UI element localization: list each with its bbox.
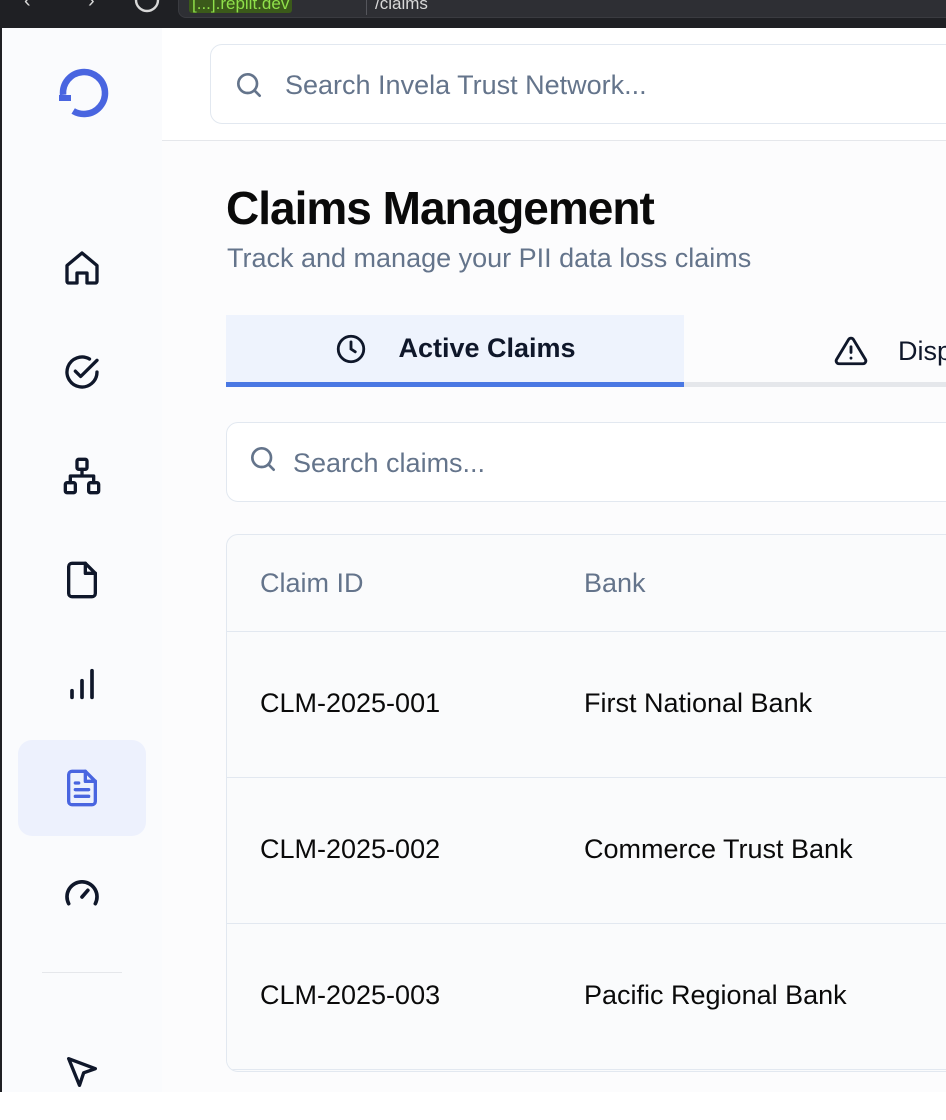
browser-toolbar: ‹ › [...].replit.dev /claims bbox=[0, 0, 946, 28]
table-row[interactable]: CLM-2025-003 Pacific Regional Bank bbox=[227, 924, 946, 1070]
column-header-claim-id[interactable]: Claim ID bbox=[260, 568, 364, 599]
url-host: [...].replit.dev bbox=[189, 0, 293, 14]
claims-search[interactable] bbox=[226, 422, 946, 502]
reload-icon[interactable] bbox=[133, 0, 161, 14]
claims-search-input[interactable] bbox=[293, 443, 893, 483]
global-search-input[interactable] bbox=[285, 65, 925, 105]
table-header: Claim ID Bank bbox=[227, 535, 946, 632]
cursor-icon bbox=[67, 1057, 98, 1087]
claim-id-cell: CLM-2025-001 bbox=[260, 688, 441, 718]
back-icon[interactable]: ‹ bbox=[24, 0, 31, 13]
search-icon bbox=[237, 73, 261, 97]
home-icon bbox=[65, 251, 99, 285]
invela-logo-icon[interactable] bbox=[56, 65, 112, 121]
alert-triangle-icon bbox=[834, 336, 868, 366]
sidebar-item-risk[interactable] bbox=[18, 844, 146, 940]
sidebar-item-home[interactable] bbox=[18, 220, 146, 316]
page-subtitle: Track and manage your PII data loss clai… bbox=[227, 243, 752, 273]
tab-disputes[interactable]: Disp bbox=[834, 315, 946, 387]
network-icon bbox=[63, 457, 101, 495]
clock-icon bbox=[337, 334, 366, 363]
address-bar[interactable]: [...].replit.dev /claims bbox=[178, 0, 946, 18]
sidebar-item-documents[interactable] bbox=[18, 532, 146, 628]
search-icon bbox=[251, 447, 275, 471]
url-divider bbox=[366, 0, 367, 15]
sidebar-item-insights[interactable] bbox=[18, 636, 146, 732]
tab-label: Disp bbox=[898, 335, 946, 366]
page-title: Claims Management bbox=[226, 182, 655, 234]
top-bar bbox=[162, 28, 946, 141]
claim-id-cell: CLM-2025-002 bbox=[260, 834, 441, 864]
global-search[interactable] bbox=[210, 44, 946, 124]
file-icon bbox=[67, 561, 98, 599]
bank-cell: Pacific Regional Bank bbox=[584, 980, 847, 1010]
claims-table: Claim ID Bank CLM-2025-001 First Nationa… bbox=[226, 534, 946, 1072]
tab-label: Active Claims bbox=[398, 333, 576, 363]
main-content: Claims Management Track and manage your … bbox=[162, 141, 946, 1092]
gauge-icon bbox=[65, 879, 99, 906]
tab-active-claims[interactable]: Active Claims bbox=[226, 315, 684, 387]
sidebar bbox=[2, 28, 162, 1092]
bank-cell: First National Bank bbox=[584, 688, 813, 718]
claims-tabs: Active Claims Disp bbox=[226, 315, 946, 387]
check-circle-icon bbox=[65, 355, 99, 389]
forward-icon[interactable]: › bbox=[88, 0, 95, 13]
bar-chart-icon bbox=[70, 668, 94, 700]
claim-id-cell: CLM-2025-003 bbox=[260, 980, 441, 1010]
table-row[interactable]: CLM-2025-001 First National Bank bbox=[227, 632, 946, 778]
table-row[interactable]: CLM-2025-002 Commerce Trust Bank bbox=[227, 778, 946, 924]
sidebar-item-tasks[interactable] bbox=[18, 324, 146, 420]
bank-cell: Commerce Trust Bank bbox=[584, 834, 853, 864]
sidebar-item-playground[interactable] bbox=[18, 1024, 146, 1120]
sidebar-item-claims[interactable] bbox=[18, 740, 146, 836]
sidebar-item-network[interactable] bbox=[18, 428, 146, 524]
sidebar-divider bbox=[42, 972, 122, 973]
file-text-icon bbox=[67, 769, 98, 807]
url-path: /claims bbox=[375, 0, 428, 13]
column-header-bank[interactable]: Bank bbox=[584, 568, 646, 599]
